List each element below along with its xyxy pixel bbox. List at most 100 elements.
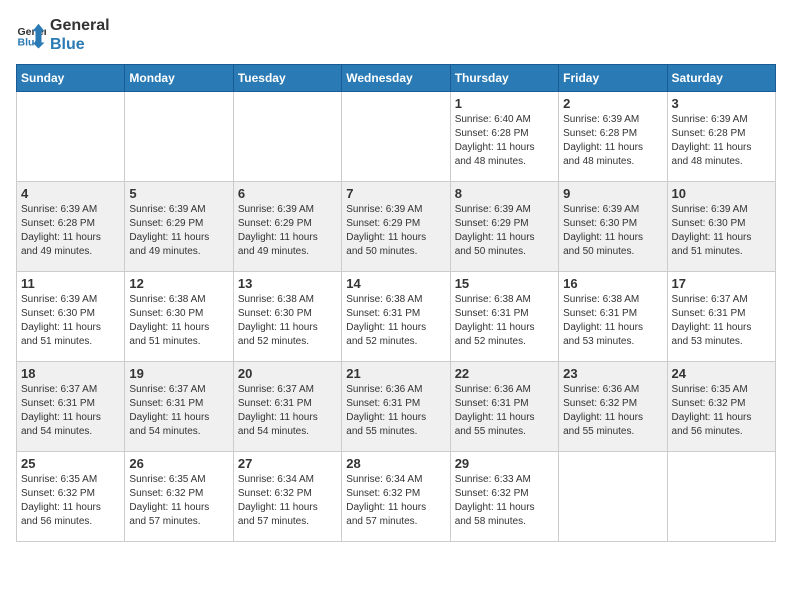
calendar-cell: 25 Sunrise: 6:35 AMSunset: 6:32 PMDayligh… xyxy=(17,452,125,542)
day-info: Sunrise: 6:39 AMSunset: 6:29 PMDaylight:… xyxy=(238,203,337,259)
day-number: 27 xyxy=(238,456,337,471)
day-number: 16 xyxy=(563,276,662,291)
day-info: Sunrise: 6:39 AMSunset: 6:28 PMDaylight:… xyxy=(672,113,771,169)
calendar-cell xyxy=(667,452,775,542)
calendar-cell: 21 Sunrise: 6:36 AMSunset: 6:31 PMDayligh… xyxy=(342,362,450,452)
calendar-cell: 26 Sunrise: 6:35 AMSunset: 6:32 PMDayligh… xyxy=(125,452,233,542)
calendar-cell: 19 Sunrise: 6:37 AMSunset: 6:31 PMDayligh… xyxy=(125,362,233,452)
day-number: 20 xyxy=(238,366,337,381)
day-number: 7 xyxy=(346,186,445,201)
calendar-cell: 12 Sunrise: 6:38 AMSunset: 6:30 PMDayligh… xyxy=(125,272,233,362)
day-info: Sunrise: 6:39 AMSunset: 6:30 PMDaylight:… xyxy=(21,293,120,349)
calendar-cell: 3 Sunrise: 6:39 AMSunset: 6:28 PMDaylight… xyxy=(667,92,775,182)
day-info: Sunrise: 6:35 AMSunset: 6:32 PMDaylight:… xyxy=(129,473,228,529)
day-info: Sunrise: 6:39 AMSunset: 6:30 PMDaylight:… xyxy=(672,203,771,259)
day-number: 25 xyxy=(21,456,120,471)
calendar-cell: 18Sunrise: 6:37 AMSunset: 6:31 PMDayligh… xyxy=(17,362,125,452)
calendar-week-row: 4Sunrise: 6:39 AMSunset: 6:28 PMDaylight… xyxy=(17,182,776,272)
day-number: 3 xyxy=(672,96,771,111)
day-info: Sunrise: 6:40 AMSunset: 6:28 PMDaylight:… xyxy=(455,113,554,169)
day-info: Sunrise: 6:37 AMSunset: 6:31 PMDaylight:… xyxy=(129,383,228,439)
calendar-cell: 23Sunrise: 6:36 AMSunset: 6:32 PMDayligh… xyxy=(559,362,667,452)
calendar-cell: 4Sunrise: 6:39 AMSunset: 6:28 PMDaylight… xyxy=(17,182,125,272)
header-friday: Friday xyxy=(559,65,667,92)
day-info: Sunrise: 6:37 AMSunset: 6:31 PMDaylight:… xyxy=(672,293,771,349)
calendar-cell: 13 Sunrise: 6:38 AMSunset: 6:30 PMDayligh… xyxy=(233,272,341,362)
calendar-week-row: 11 Sunrise: 6:39 AMSunset: 6:30 PMDayligh… xyxy=(17,272,776,362)
day-number: 12 xyxy=(129,276,228,291)
calendar-cell: 27Sunrise: 6:34 AMSunset: 6:32 PMDayligh… xyxy=(233,452,341,542)
day-info: Sunrise: 6:34 AMSunset: 6:32 PMDaylight:… xyxy=(346,473,445,529)
day-number: 6 xyxy=(238,186,337,201)
day-number: 24 xyxy=(672,366,771,381)
day-number: 13 xyxy=(238,276,337,291)
day-info: Sunrise: 6:36 AMSunset: 6:32 PMDaylight:… xyxy=(563,383,662,439)
day-number: 26 xyxy=(129,456,228,471)
calendar-cell: 24 Sunrise: 6:35 AMSunset: 6:32 PMDayligh… xyxy=(667,362,775,452)
day-number: 28 xyxy=(346,456,445,471)
day-info: Sunrise: 6:38 AMSunset: 6:30 PMDaylight:… xyxy=(129,293,228,349)
day-info: Sunrise: 6:36 AMSunset: 6:31 PMDaylight:… xyxy=(346,383,445,439)
day-number: 14 xyxy=(346,276,445,291)
day-number: 1 xyxy=(455,96,554,111)
header-sunday: Sunday xyxy=(17,65,125,92)
calendar-cell: 8 Sunrise: 6:39 AMSunset: 6:29 PMDaylight… xyxy=(450,182,558,272)
calendar-cell: 10 Sunrise: 6:39 AMSunset: 6:30 PMDayligh… xyxy=(667,182,775,272)
calendar-header-row: SundayMondayTuesdayWednesdayThursdayFrid… xyxy=(17,65,776,92)
day-info: Sunrise: 6:38 AMSunset: 6:31 PMDaylight:… xyxy=(455,293,554,349)
day-info: Sunrise: 6:35 AMSunset: 6:32 PMDaylight:… xyxy=(21,473,120,529)
calendar-cell: 9Sunrise: 6:39 AMSunset: 6:30 PMDaylight… xyxy=(559,182,667,272)
calendar-cell: 28 Sunrise: 6:34 AMSunset: 6:32 PMDayligh… xyxy=(342,452,450,542)
day-number: 8 xyxy=(455,186,554,201)
day-info: Sunrise: 6:38 AMSunset: 6:31 PMDaylight:… xyxy=(346,293,445,349)
day-number: 9 xyxy=(563,186,662,201)
calendar-week-row: 18 Sunrise: 6:37 AMSunset: 6:31 PMDayligh… xyxy=(17,362,776,452)
header-thursday: Thursday xyxy=(450,65,558,92)
header-tuesday: Tuesday xyxy=(233,65,341,92)
calendar-cell: 22 Sunrise: 6:36 AMSunset: 6:31 PMDayligh… xyxy=(450,362,558,452)
calendar-cell: 11 Sunrise: 6:39 AMSunset: 6:30 PMDayligh… xyxy=(17,272,125,362)
day-number: 22 xyxy=(455,366,554,381)
calendar-cell: 29Sunrise: 6:33 AMSunset: 6:32 PMDayligh… xyxy=(450,452,558,542)
day-info: Sunrise: 6:38 AMSunset: 6:30 PMDaylight:… xyxy=(238,293,337,349)
page-header: General Blue General Blue xyxy=(16,16,776,54)
calendar-cell xyxy=(342,92,450,182)
day-number: 5 xyxy=(129,186,228,201)
day-number: 21 xyxy=(346,366,445,381)
day-number: 15 xyxy=(455,276,554,291)
day-number: 19 xyxy=(129,366,228,381)
calendar-cell: 14 Sunrise: 6:38 AMSunset: 6:31 PMDayligh… xyxy=(342,272,450,362)
day-info: Sunrise: 6:39 AMSunset: 6:28 PMDaylight:… xyxy=(21,203,120,259)
calendar-cell: 16Sunrise: 6:38 AMSunset: 6:31 PMDayligh… xyxy=(559,272,667,362)
calendar-cell xyxy=(125,92,233,182)
day-number: 2 xyxy=(563,96,662,111)
day-info: Sunrise: 6:39 AMSunset: 6:29 PMDaylight:… xyxy=(455,203,554,259)
calendar-cell: 20 Sunrise: 6:37 AMSunset: 6:31 PMDayligh… xyxy=(233,362,341,452)
day-number: 11 xyxy=(21,276,120,291)
calendar-week-row: 1 Sunrise: 6:40 AMSunset: 6:28 PMDaylight… xyxy=(17,92,776,182)
logo-text-line2: Blue xyxy=(50,35,110,54)
calendar-cell xyxy=(17,92,125,182)
day-info: Sunrise: 6:39 AMSunset: 6:28 PMDaylight:… xyxy=(563,113,662,169)
calendar-cell: 5 Sunrise: 6:39 AMSunset: 6:29 PMDaylight… xyxy=(125,182,233,272)
logo-text-line1: General xyxy=(50,16,110,35)
day-number: 18 xyxy=(21,366,120,381)
header-saturday: Saturday xyxy=(667,65,775,92)
logo-icon: General Blue xyxy=(16,20,46,50)
day-info: Sunrise: 6:37 AMSunset: 6:31 PMDaylight:… xyxy=(238,383,337,439)
header-wednesday: Wednesday xyxy=(342,65,450,92)
calendar-cell: 1 Sunrise: 6:40 AMSunset: 6:28 PMDaylight… xyxy=(450,92,558,182)
calendar-table: SundayMondayTuesdayWednesdayThursdayFrid… xyxy=(16,64,776,542)
day-info: Sunrise: 6:39 AMSunset: 6:29 PMDaylight:… xyxy=(129,203,228,259)
calendar-cell xyxy=(559,452,667,542)
calendar-week-row: 25 Sunrise: 6:35 AMSunset: 6:32 PMDayligh… xyxy=(17,452,776,542)
calendar-cell: 6 Sunrise: 6:39 AMSunset: 6:29 PMDaylight… xyxy=(233,182,341,272)
day-number: 10 xyxy=(672,186,771,201)
day-number: 29 xyxy=(455,456,554,471)
day-info: Sunrise: 6:35 AMSunset: 6:32 PMDaylight:… xyxy=(672,383,771,439)
day-info: Sunrise: 6:39 AMSunset: 6:29 PMDaylight:… xyxy=(346,203,445,259)
day-number: 17 xyxy=(672,276,771,291)
day-info: Sunrise: 6:36 AMSunset: 6:31 PMDaylight:… xyxy=(455,383,554,439)
calendar-cell: 2 Sunrise: 6:39 AMSunset: 6:28 PMDaylight… xyxy=(559,92,667,182)
logo: General Blue General Blue xyxy=(16,16,110,54)
